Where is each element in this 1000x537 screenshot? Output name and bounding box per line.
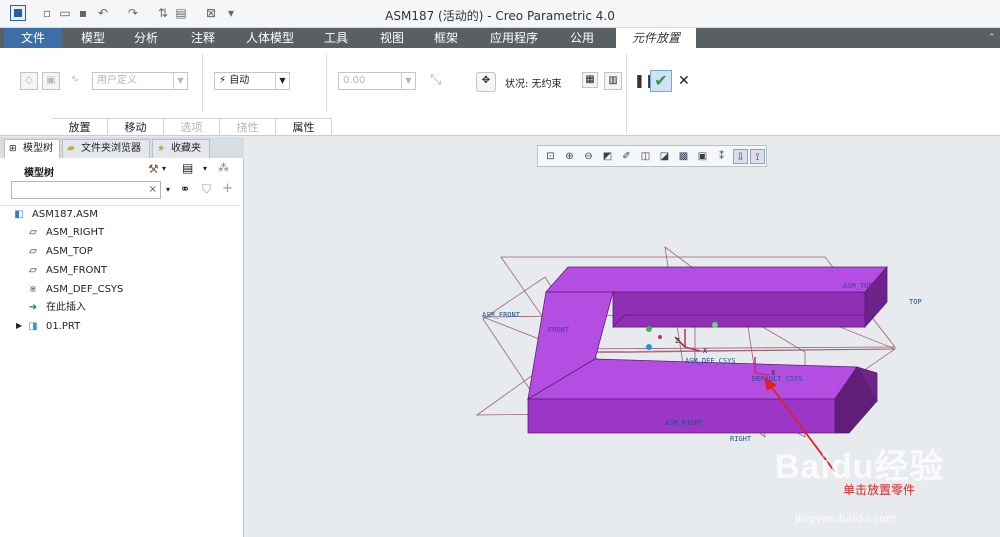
new-icon[interactable]: ▫ [40, 6, 54, 20]
folder-icon: ▰ [67, 143, 75, 154]
tree-item-asm-right[interactable]: ▱ ASM_RIGHT [26, 225, 104, 241]
settings-dropdown-icon[interactable]: ▾ [162, 164, 166, 173]
tab-model-tree[interactable]: ⊞ 模型树 [4, 139, 60, 158]
panel-tabs: ⊞ 模型树 ▰ 文件夹浏览器 ★ 收藏夹 [0, 137, 244, 158]
tab-annotate[interactable]: 注释 [176, 28, 230, 48]
divider [202, 54, 203, 112]
datum-plane-icon: ▱ [29, 246, 37, 257]
mate-icon: ▣ [42, 72, 60, 90]
tab-folder-browser[interactable]: ▰ 文件夹浏览器 [62, 139, 150, 158]
subtab-flexibility: 挠性 [220, 118, 276, 136]
model-tree-panel: ⊞ 模型树 ▰ 文件夹浏览器 ★ 收藏夹 模型树 ⚒ ▾ ▤ ▾ ⁂ × ▾ ⚭ ⛉ … [0, 137, 244, 537]
label-x-axis-2: X [771, 369, 776, 377]
tab-file[interactable]: 文件 [4, 28, 62, 48]
assembly-window-icon[interactable]: ▥ [604, 72, 622, 90]
label-default-csys: DEFAULT_CSYS [752, 375, 803, 383]
search-dropdown-icon[interactable]: ▾ [166, 185, 170, 194]
tab-manikin[interactable]: 人体模型 [234, 28, 306, 48]
tab-tools[interactable]: 工具 [310, 28, 362, 48]
undo-icon[interactable]: ↶ [96, 6, 110, 20]
separate-window-icon[interactable]: ▦ [582, 72, 598, 88]
tab-model[interactable]: 模型 [68, 28, 118, 48]
title-bar: ▫ ▭ ▪ ↶ ↷ ⇅ ▤ ⊠ ▾ ASM187 (活动的) - Creo Pa… [0, 0, 1000, 28]
find-icon[interactable]: ⚭ [180, 182, 190, 196]
tree-item-asm-front[interactable]: ▱ ASM_FRONT [26, 263, 107, 279]
redo-icon[interactable]: ↷ [126, 6, 140, 20]
tab-applications[interactable]: 应用程序 [476, 28, 552, 48]
search-input[interactable]: × [11, 181, 161, 199]
tree-item-part[interactable]: ◨ 01.PRT [26, 319, 80, 335]
csys-icon: ⋇ [28, 284, 38, 295]
save-icon[interactable]: ▪ [76, 6, 90, 20]
part-icon: ◨ [28, 321, 38, 332]
tree-item-assembly[interactable]: ◧ ASM187.ASM [12, 207, 98, 223]
settings-icon[interactable]: ⚒ [148, 162, 159, 176]
show-icon[interactable]: ▤ [182, 161, 193, 175]
divider [0, 205, 240, 206]
move-handle-icon[interactable]: ✥ [476, 72, 496, 92]
status-text: 状况: 无约束 [505, 79, 562, 90]
label-asm-right: ASM_RIGHT [665, 419, 703, 427]
regen-icon[interactable]: ⇅ [156, 6, 170, 20]
tab-component-placement[interactable]: 元件放置 [616, 28, 696, 48]
tree-item-asm-def-csys[interactable]: ⋇ ASM_DEF_CSYS [26, 282, 124, 298]
open-icon[interactable]: ▭ [58, 6, 72, 20]
insert-arrow-icon: ➜ [28, 302, 38, 313]
offset-input: 0.00 ▼ [338, 72, 416, 90]
divider [326, 54, 327, 112]
label-asm-def-csys: ASM_DEF_CSYS [685, 357, 736, 365]
star-icon: ★ [157, 144, 166, 154]
window-title: ASM187 (活动的) - Creo Parametric 4.0 [385, 9, 615, 23]
windows-icon[interactable]: ▤ [174, 6, 188, 20]
clear-search-icon[interactable]: × [149, 184, 157, 195]
watermark-url: jingyan.baidu.com [795, 512, 897, 525]
label-front: FRONT [548, 326, 570, 334]
show-dropdown-icon[interactable]: ▾ [203, 164, 207, 173]
label-top: TOP [909, 298, 922, 306]
tab-analysis[interactable]: 分析 [120, 28, 172, 48]
label-right: RIGHT [730, 435, 752, 443]
datum-plane-icon: ▱ [29, 265, 37, 276]
label-asm-front: ASM_FRONT [482, 311, 520, 319]
accept-button[interactable]: ✔ [650, 70, 672, 92]
tree-item-asm-top[interactable]: ▱ ASM_TOP [26, 244, 93, 260]
ribbon-tabs: 文件 模型 分析 注释 人体模型 工具 视图 框架 应用程序 公用 元件放置 ⌃ [0, 28, 1000, 48]
label-x-axis: X [703, 347, 708, 355]
watermark-logo: Baidu经验 [775, 448, 945, 486]
filter-icon[interactable]: ⛉ [202, 182, 211, 197]
surface-icon: ◇ [20, 72, 38, 90]
flexible-icon: ∿ [70, 74, 80, 85]
model-tree-icon: ⊞ [9, 144, 17, 154]
subtab-placement[interactable]: 放置 [52, 118, 108, 136]
assembly-icon: ◧ [14, 209, 24, 220]
tree-item-insert-here[interactable]: ➜ 在此插入 [26, 300, 86, 316]
tab-favorites[interactable]: ★ 收藏夹 [152, 139, 210, 158]
flip-icon: ⤡ [430, 72, 442, 88]
label-z-axis: Z [675, 337, 680, 345]
add-icon[interactable]: + [222, 181, 233, 196]
more-icon[interactable]: ▾ [224, 6, 238, 20]
collapse-ribbon-icon[interactable]: ⌃ [988, 33, 998, 43]
subtab-options: 选项 [164, 118, 220, 136]
tab-view[interactable]: 视图 [366, 28, 418, 48]
ribbon: ◇ ▣ ∿ 用户定义 ▼ ⚡ 自动 ▼ 0.00 ▼ ⤡ ✥ 状况: 无约束 ▦ ▥ … [0, 48, 1000, 136]
label-asm-top: ASM_TOP [843, 282, 873, 290]
filter-tree-icon[interactable]: ⁂ [218, 161, 229, 174]
tree-title: 模型树 [24, 168, 54, 179]
expand-icon[interactable]: ▶ [16, 321, 22, 330]
close-icon[interactable]: ⊠ [204, 6, 218, 20]
cancel-button[interactable]: ✕ [678, 73, 690, 89]
tab-common[interactable]: 公用 [556, 28, 608, 48]
graphics-area[interactable]: ⊡ ⊕ ⊖ ◩ ✐ ◫ ◪ ▩ ▣ ⁑ ⇩ ⟟ ASM_TOP TOP ASM_… [245, 137, 1000, 537]
app-icon[interactable] [10, 5, 26, 21]
subtab-move[interactable]: 移动 [108, 118, 164, 136]
constraint-set-select: 用户定义 ▼ [92, 72, 188, 90]
constraint-type-select[interactable]: ⚡ 自动 ▼ [214, 72, 290, 90]
tab-framework[interactable]: 框架 [420, 28, 472, 48]
divider [626, 54, 627, 134]
datum-plane-icon: ▱ [29, 227, 37, 238]
subtab-properties[interactable]: 属性 [276, 118, 332, 136]
